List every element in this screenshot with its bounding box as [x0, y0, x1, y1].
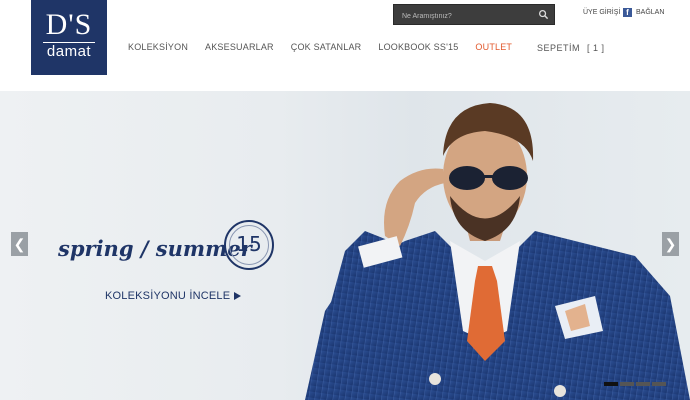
chevron-left-icon: ❮ [13, 236, 26, 252]
nav-item-koleksiyon[interactable]: KOLEKSİYON [128, 42, 188, 52]
brand-logo[interactable]: D'S damat [31, 0, 107, 75]
logo-wordmark: damat [46, 43, 92, 60]
chevron-right-icon: ❯ [664, 236, 677, 252]
slider-dot[interactable] [636, 382, 650, 386]
header: D'S damat KOLEKSİYON AKSESUARLAR ÇOK SAT… [0, 0, 690, 91]
slider-dots [604, 382, 666, 386]
main-nav: KOLEKSİYON AKSESUARLAR ÇOK SATANLAR LOOK… [128, 42, 529, 52]
nav-item-cok-satanlar[interactable]: ÇOK SATANLAR [291, 42, 362, 52]
nav-item-aksesuarlar[interactable]: AKSESUARLAR [205, 42, 274, 52]
slider-next-button[interactable]: ❯ [662, 232, 679, 256]
cart-label: SEPETİM [537, 43, 581, 53]
search-input[interactable] [394, 7, 534, 26]
hero-headline: spring / summer [58, 236, 252, 261]
cta-label: KOLEKSİYONU İNCELE [105, 290, 231, 302]
search-box [393, 4, 555, 26]
facebook-label: BAĞLAN [636, 9, 665, 16]
slider-dot[interactable] [620, 382, 634, 386]
login-link[interactable]: ÜYE GİRİŞİ [583, 9, 620, 16]
search-icon[interactable] [538, 9, 549, 20]
play-arrow-icon [234, 292, 242, 300]
facebook-connect[interactable]: f BAĞLAN [623, 8, 664, 17]
slider-dot[interactable] [652, 382, 666, 386]
logo-mark: D'S [45, 8, 93, 41]
facebook-icon: f [623, 8, 632, 17]
model-image [305, 103, 690, 400]
hero-slider: spring / summer 15 KOLEKSİYONU İNCELE ❮ … [0, 91, 690, 400]
slider-prev-button[interactable]: ❮ [11, 232, 28, 256]
explore-collection-link[interactable]: KOLEKSİYONU İNCELE [105, 290, 242, 302]
cart-link[interactable]: SEPETİM [ 1 ] [537, 43, 605, 53]
cart-count: [ 1 ] [587, 43, 605, 53]
slider-dot[interactable] [604, 382, 618, 386]
nav-item-lookbook[interactable]: LOOKBOOK SS'15 [378, 42, 458, 52]
hero-season-number: 15 [236, 232, 262, 256]
nav-item-outlet[interactable]: OUTLET [475, 42, 512, 52]
